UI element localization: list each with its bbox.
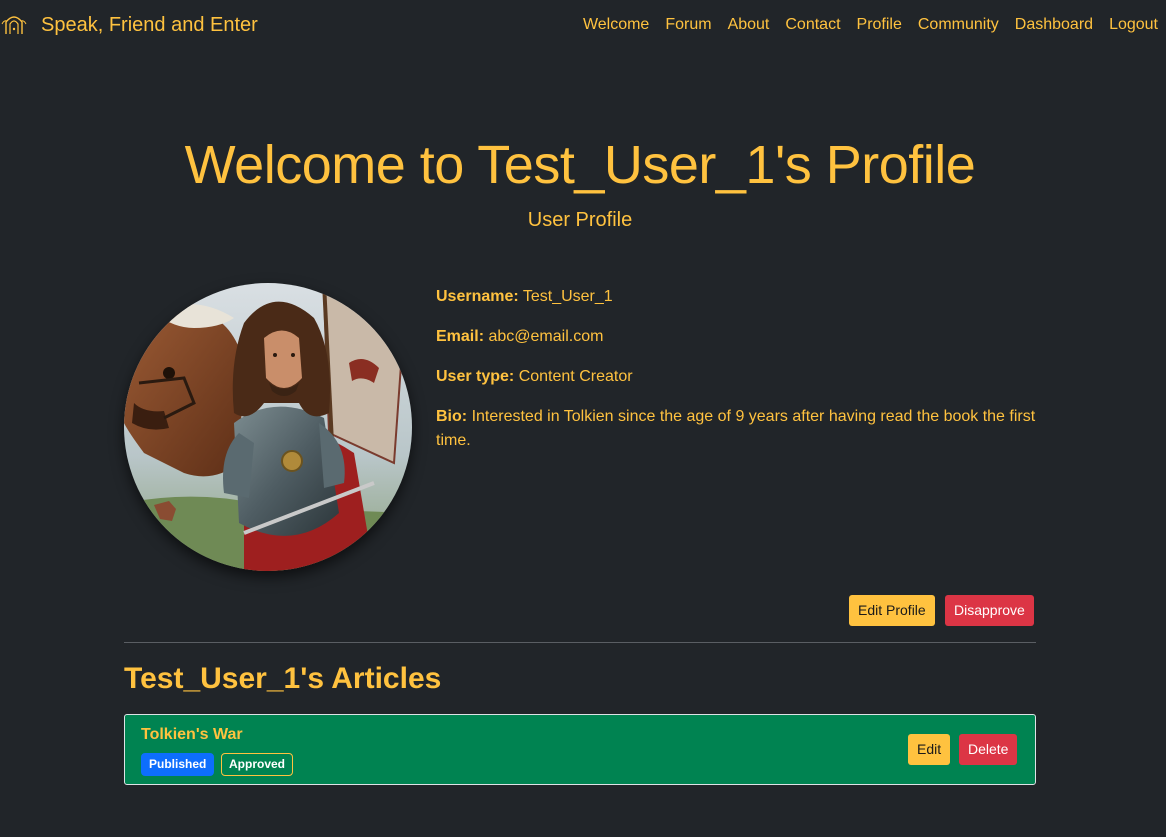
username-row: Username: Test_User_1 — [436, 285, 1036, 309]
brand-title[interactable]: Speak, Friend and Enter — [41, 13, 258, 37]
user-type-row: User type: Content Creator — [436, 365, 1036, 389]
article-delete-button[interactable]: Delete — [959, 734, 1018, 765]
username-value: Test_User_1 — [522, 288, 613, 305]
user-type-label: User type: — [436, 368, 515, 385]
door-emblem-icon[interactable] — [0, 10, 28, 38]
article-card: Tolkien's War Published Approved Edit De… — [124, 714, 1036, 785]
user-type-value: Content Creator — [518, 368, 633, 385]
bio-value: Interested in Tolkien since the age of 9… — [436, 408, 1036, 449]
navbar: Speak, Friend and Enter Welcome Forum Ab… — [0, 0, 1166, 50]
nav-link-contact[interactable]: Contact — [777, 15, 848, 35]
avatar — [124, 283, 412, 571]
nav-link-dashboard[interactable]: Dashboard — [1007, 15, 1101, 35]
page-title: Welcome to Test_User_1's Profile — [184, 135, 976, 195]
email-row: Email: abc@email.com — [436, 325, 1036, 349]
nav-link-community[interactable]: Community — [910, 15, 1007, 35]
username-label: Username: — [436, 288, 519, 305]
nav-menu: Welcome Forum About Contact Profile Comm… — [575, 15, 1160, 35]
nav-link-welcome[interactable]: Welcome — [575, 15, 657, 35]
profile-info: Username: Test_User_1 Email: abc@email.c… — [436, 285, 1036, 469]
nav-link-forum[interactable]: Forum — [657, 15, 719, 35]
approved-badge: Approved — [221, 753, 294, 776]
email-label: Email: — [436, 328, 485, 345]
article-edit-button[interactable]: Edit — [908, 734, 951, 765]
articles-heading: Test_User_1's Articles — [124, 662, 442, 695]
email-value: abc@email.com — [488, 328, 604, 345]
nav-link-about[interactable]: About — [720, 15, 778, 35]
nav-link-profile[interactable]: Profile — [849, 15, 910, 35]
section-divider — [124, 642, 1036, 643]
bio-label: Bio: — [436, 408, 468, 425]
bio-row: Bio: Interested in Tolkien since the age… — [436, 405, 1036, 453]
nav-link-logout[interactable]: Logout — [1101, 15, 1160, 35]
page-subtitle: User Profile — [527, 209, 633, 231]
edit-profile-button[interactable]: Edit Profile — [849, 595, 935, 626]
disapprove-button[interactable]: Disapprove — [945, 595, 1034, 626]
article-title-link[interactable]: Tolkien's War — [141, 725, 243, 745]
published-badge: Published — [141, 753, 215, 776]
